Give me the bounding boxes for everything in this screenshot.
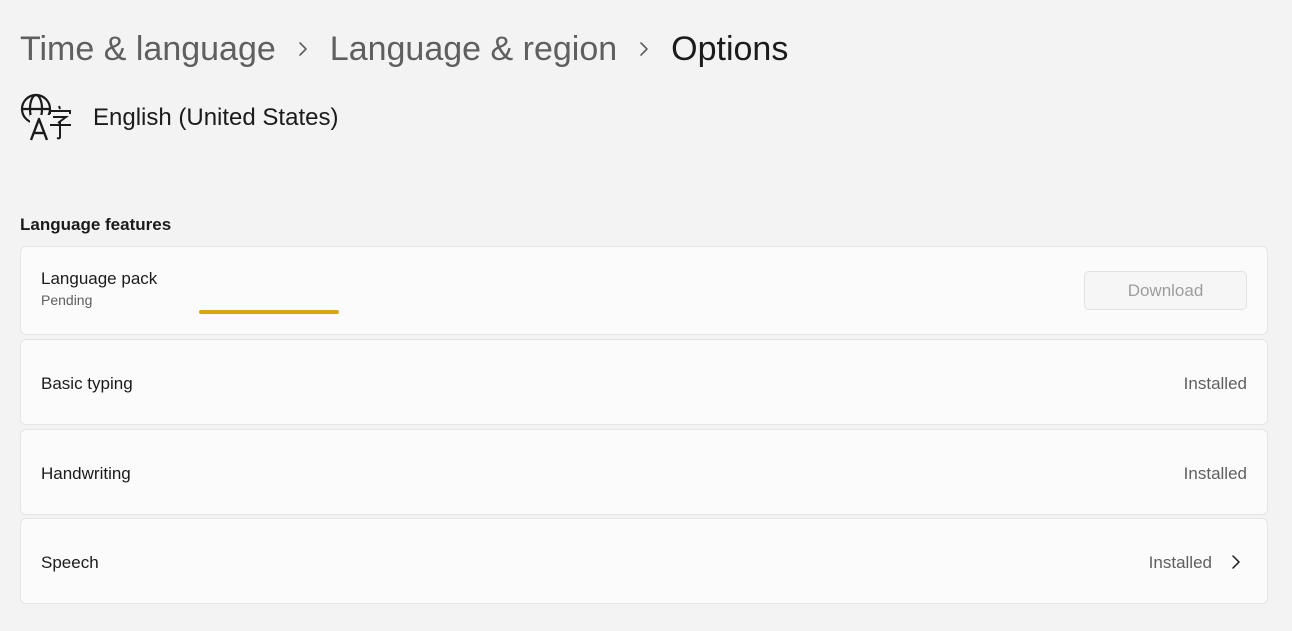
- chevron-right-icon: [276, 41, 330, 57]
- breadcrumb-options: Options: [671, 29, 789, 68]
- feature-status-text: Pending: [41, 292, 93, 308]
- chevron-right-icon: [617, 41, 671, 57]
- breadcrumb-language-region[interactable]: Language & region: [330, 30, 617, 69]
- language-header: English (United States): [20, 92, 338, 144]
- feature-card-handwriting: Handwriting Installed: [20, 429, 1268, 515]
- feature-status: Installed: [1183, 374, 1247, 393]
- language-name: English (United States): [93, 104, 339, 131]
- feature-label: Language pack: [41, 269, 158, 288]
- feature-label: Speech: [41, 553, 99, 572]
- feature-card-speech[interactable]: Speech Installed: [20, 518, 1268, 604]
- feature-status: Installed: [1148, 553, 1212, 572]
- feature-status: Installed: [1183, 464, 1247, 483]
- feature-label: Handwriting: [41, 464, 131, 483]
- chevron-right-icon[interactable]: [1231, 554, 1241, 570]
- feature-card-language-pack: Language pack Pending Download: [20, 246, 1268, 335]
- feature-label: Basic typing: [41, 374, 133, 393]
- section-title: Language features: [20, 215, 172, 234]
- download-progress-bar: [199, 310, 339, 314]
- breadcrumb: Time & language Language & region Option…: [20, 26, 788, 72]
- feature-card-basic-typing: Basic typing Installed: [20, 339, 1268, 425]
- language-globe-icon: [20, 93, 72, 143]
- download-progress-fill: [199, 310, 339, 314]
- download-button[interactable]: Download: [1084, 271, 1247, 310]
- breadcrumb-time-language[interactable]: Time & language: [20, 30, 276, 69]
